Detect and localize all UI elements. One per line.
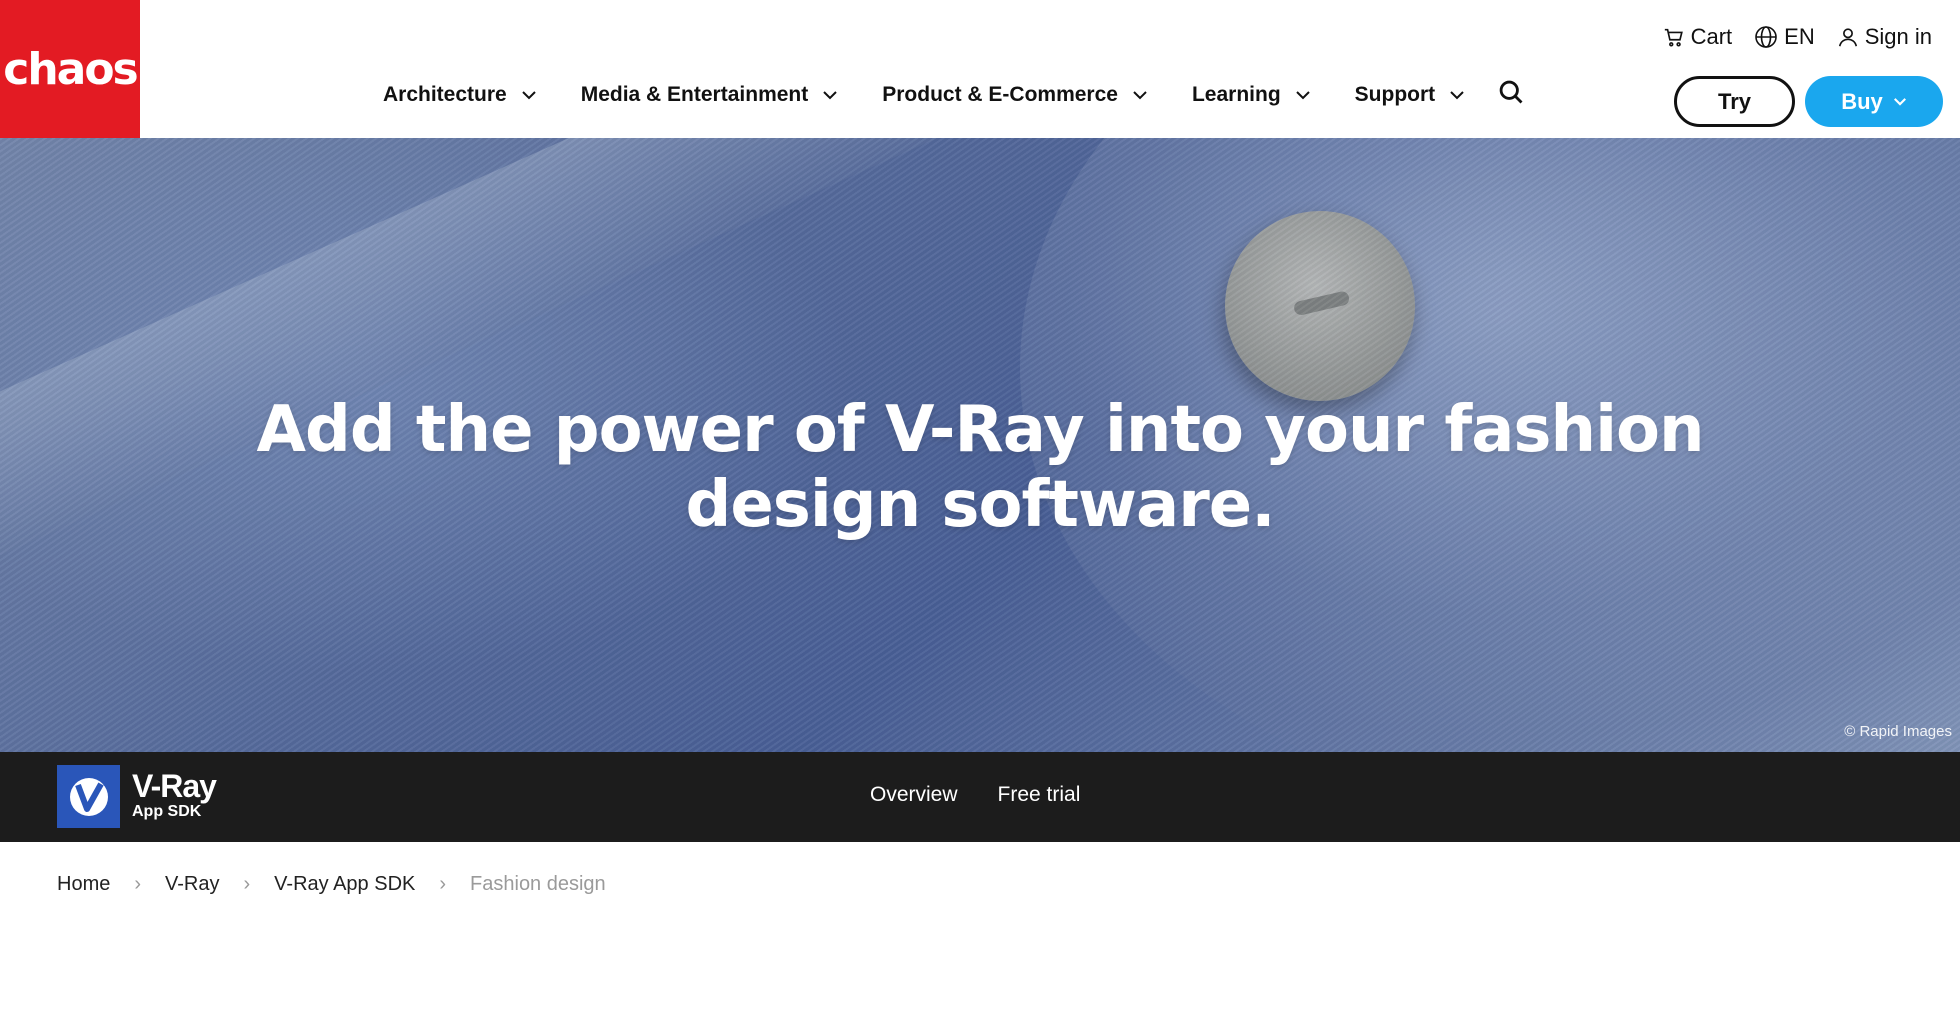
breadcrumb: Home › V-Ray › V-Ray App SDK › Fashion d… [57,873,606,896]
nav-item-product-ecommerce[interactable]: Product & E-Commerce [882,83,1148,107]
product-subtitle: App SDK [132,803,202,820]
product-name[interactable]: V-Ray App SDK [132,768,217,820]
buy-button[interactable]: Buy [1805,76,1943,127]
chevron-down-icon [823,90,837,99]
logo-text: chaos [3,43,139,95]
try-button[interactable]: Try [1674,76,1795,127]
try-label: Try [1717,88,1752,114]
chevron-right-icon: › [243,873,251,895]
nav-label: Media & Entertainment [580,82,809,106]
nav-item-architecture[interactable]: Architecture [383,83,537,107]
main-nav: Architecture Media & Entertainment Produ… [383,78,1525,111]
nav-label: Architecture [383,82,507,106]
nav-item-support[interactable]: Support [1355,83,1465,107]
chevron-right-icon: › [439,873,447,895]
breadcrumb-current: Fashion design [470,873,606,895]
utility-nav: Cart EN Sign in [1663,24,1932,50]
vray-logo-icon[interactable] [57,765,120,828]
chevron-down-icon [521,90,536,99]
vray-v-icon [69,777,108,816]
language-label: EN [1784,24,1815,49]
nav-label: Product & E-Commerce [882,82,1118,106]
chevron-down-icon [1893,98,1906,106]
language-selector[interactable]: EN [1754,24,1815,50]
chaos-logo[interactable]: chaos [0,0,140,138]
product-nav: Overview Free trial [870,783,1080,807]
product-bar: V-Ray App SDK Overview Free trial [0,752,1960,842]
breadcrumb-vray[interactable]: V-Ray [165,873,219,896]
hero-headline: Add the power of V-Ray into your fashion… [256,393,1704,542]
product-title: V-Ray [132,768,217,804]
nav-item-learning[interactable]: Learning [1192,83,1311,107]
search-icon [1499,80,1523,104]
chevron-down-icon [1450,90,1464,99]
signin-label: Sign in [1864,24,1932,49]
product-link-free-trial[interactable]: Free trial [998,783,1081,807]
cart-icon [1664,28,1683,47]
nav-label: Support [1354,82,1436,106]
nav-item-media-entertainment[interactable]: Media & Entertainment [581,83,839,107]
chevron-down-icon [1133,90,1147,99]
signin-link[interactable]: Sign in [1837,24,1932,50]
breadcrumb-home[interactable]: Home [57,873,110,896]
chevron-down-icon [1295,90,1310,99]
site-header: chaos Cart EN Sign in Architecture Media… [0,0,1960,138]
user-icon [1838,28,1857,47]
chevron-right-icon: › [134,873,142,895]
nav-label: Learning [1191,82,1281,106]
globe-icon [1755,26,1777,48]
cart-label: Cart [1690,24,1733,49]
image-credit: © Rapid Images [1844,723,1952,740]
buy-label: Buy [1841,88,1883,114]
search-button[interactable] [1497,78,1525,111]
product-link-overview[interactable]: Overview [870,783,958,807]
cart-link[interactable]: Cart [1663,24,1733,50]
hero-banner: Add the power of V-Ray into your fashion… [0,138,1960,752]
breadcrumb-vray-app-sdk[interactable]: V-Ray App SDK [274,873,415,896]
